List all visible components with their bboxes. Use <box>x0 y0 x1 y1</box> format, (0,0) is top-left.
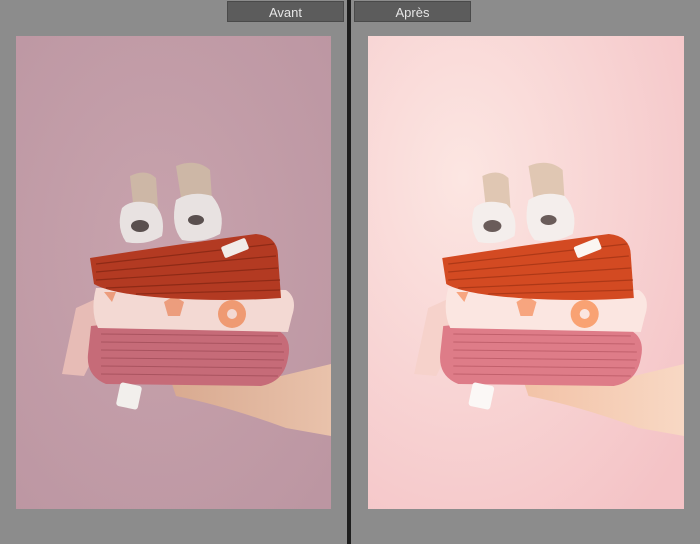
after-label-tab: Après <box>354 1 471 22</box>
after-label: Après <box>395 5 430 20</box>
before-photo-image <box>16 36 331 509</box>
before-label-tab: Avant <box>227 1 344 22</box>
after-pane: Après <box>351 0 700 544</box>
after-photo-image <box>368 36 684 509</box>
before-label: Avant <box>268 5 302 20</box>
before-photo[interactable] <box>16 36 331 509</box>
after-photo[interactable] <box>368 36 684 509</box>
before-pane: Avant <box>0 0 347 544</box>
